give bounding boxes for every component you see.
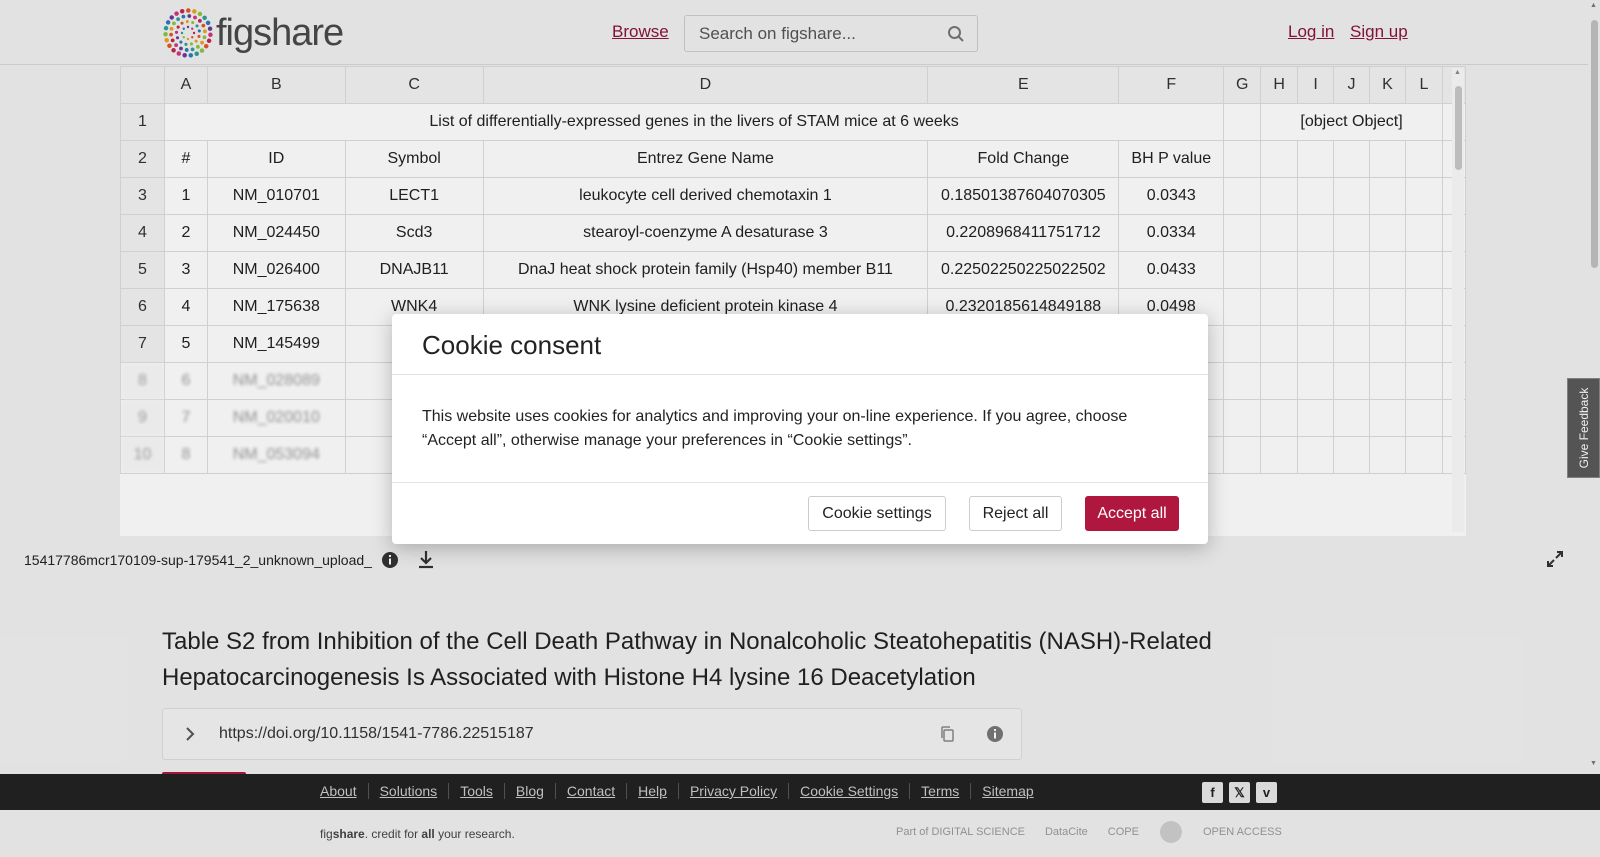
dialog-body: This website uses cookies for analytics … [392,375,1208,483]
dialog-footer: Cookie settings Reject all Accept all [392,483,1208,543]
dialog-title: Cookie consent [422,330,602,360]
dialog-header: Cookie consent [392,314,1208,375]
accept-all-button[interactable]: Accept all [1085,496,1179,531]
cookie-consent-dialog: Cookie consent This website uses cookies… [392,314,1208,544]
dialog-message: This website uses cookies for analytics … [422,408,1128,449]
cookie-settings-button[interactable]: Cookie settings [808,496,946,531]
reject-all-button[interactable]: Reject all [969,496,1062,531]
